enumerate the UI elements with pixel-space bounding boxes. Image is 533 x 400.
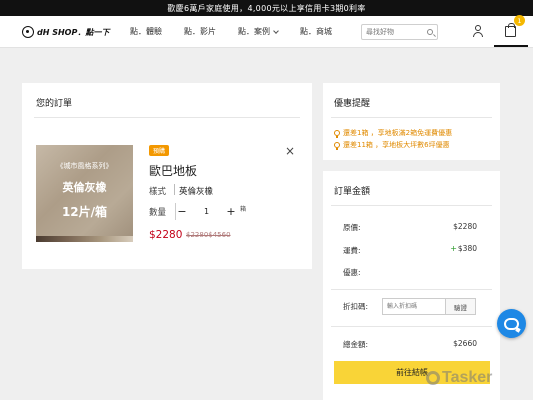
coupon-label: 折扣碼: — [343, 302, 369, 311]
logo[interactable]: dH SHOP．點一下 — [22, 25, 109, 39]
nav-item-experience[interactable]: 點．體驗 — [130, 26, 162, 37]
shipping-label: 運費: — [343, 246, 361, 255]
quantity-value[interactable]: 1 — [204, 207, 209, 216]
order-title: 您的訂單 — [36, 99, 73, 109]
main-nav: 點．體驗 點．影片 點．案例 點．商城 — [130, 26, 332, 37]
quantity-stepper: − 1 + — [175, 203, 238, 220]
promo-line: 還差11箱 ，享地板大坪數6坪優惠 — [334, 140, 450, 150]
watermark: Tasker — [426, 369, 492, 387]
chevron-down-icon — [273, 27, 279, 34]
gear-icon — [426, 371, 440, 385]
cart-count-badge: 1 — [514, 15, 525, 26]
divider — [331, 326, 492, 327]
cart-button[interactable]: 1 — [494, 15, 528, 47]
chat-icon — [504, 317, 519, 330]
product-color-strip — [36, 236, 133, 242]
product-image-pack: 12片/箱 — [61, 205, 108, 219]
summary-title: 訂單金額 — [334, 187, 371, 197]
total-label: 總金額: — [343, 340, 369, 349]
divider — [34, 117, 300, 118]
preorder-tag: 預購 — [149, 145, 170, 156]
coupon-input[interactable] — [382, 298, 446, 315]
product-image-series: 《城市風格系列》 — [56, 162, 113, 170]
promo-card: 優惠提醒 還差1箱 ，享地板滿2箱免運費優惠 還差11箱 ，享地板大坪數6坪優惠 — [323, 83, 500, 160]
original-price-value: $2280 — [453, 222, 477, 231]
decrease-button[interactable]: − — [175, 205, 189, 218]
original-price: $2280$4560 — [186, 231, 231, 239]
search-icon[interactable] — [427, 29, 433, 35]
close-icon[interactable]: × — [285, 144, 295, 158]
lightbulb-icon — [334, 130, 340, 138]
nav-item-shop[interactable]: 點．商城 — [300, 26, 332, 37]
shipping-value: +$380 — [450, 244, 477, 253]
shopping-bag-icon — [505, 23, 516, 37]
product-name[interactable]: 歐巴地板 — [149, 162, 197, 179]
nav-item-videos[interactable]: 點．影片 — [184, 26, 216, 37]
increase-button[interactable]: + — [224, 205, 238, 218]
product-image-title: 英倫灰橡 — [62, 181, 107, 194]
search-input[interactable] — [366, 28, 422, 36]
order-card: 您的訂單 《城市風格系列》 英倫灰橡 12片/箱 預購 歐巴地板 × 樣式 英倫… — [22, 83, 312, 269]
announcement-bar: 歡慶6萬戶家庭使用，4,000元以上享信用卡3期0利率 — [0, 0, 533, 16]
watermark-text: Tasker — [442, 369, 493, 386]
divider — [331, 205, 492, 206]
promo-line: 還差1箱 ，享地板滿2箱免運費優惠 — [334, 128, 452, 138]
nav-item-cases[interactable]: 點．案例 — [238, 26, 279, 37]
lightbulb-icon — [334, 142, 340, 150]
promo-text: 還差11箱 ，享地板大坪數6坪優惠 — [343, 141, 450, 149]
chat-button[interactable] — [497, 309, 526, 338]
quantity-label: 數量 — [149, 208, 167, 218]
logo-text: dH SHOP．點一下 — [37, 27, 110, 37]
total-value: $2660 — [453, 339, 477, 348]
divider — [331, 117, 492, 118]
price: $2280 — [149, 229, 183, 241]
promo-text: 還差1箱 ，享地板滿2箱免運費優惠 — [343, 129, 453, 137]
original-price-label: 原價: — [343, 223, 361, 232]
style-label: 樣式 — [149, 187, 167, 197]
user-icon[interactable] — [472, 25, 484, 38]
divider — [174, 184, 175, 195]
product-image[interactable]: 《城市風格系列》 英倫灰橡 12片/箱 — [36, 145, 133, 242]
shipping-amount: $380 — [457, 244, 477, 253]
nav-label: 點．影片 — [184, 27, 216, 36]
divider — [331, 289, 492, 290]
site-header: dH SHOP．點一下 點．體驗 點．影片 點．案例 點．商城 1 — [0, 15, 533, 48]
nav-label: 點．案例 — [238, 27, 270, 36]
discount-label: 優惠: — [343, 268, 361, 277]
verify-coupon-button[interactable]: 驗證 — [446, 298, 476, 315]
search-box — [361, 24, 438, 40]
logo-icon — [22, 26, 34, 38]
order-summary-card: 訂單金額 原價: $2280 運費: +$380 優惠: 折扣碼: 驗證 總金額… — [323, 171, 500, 400]
nav-label: 點．商城 — [300, 27, 332, 36]
nav-label: 點．體驗 — [130, 27, 162, 36]
quantity-unit: 箱 — [240, 206, 247, 213]
promo-title: 優惠提醒 — [334, 99, 371, 109]
plus-icon: + — [450, 244, 457, 253]
style-value: 英倫灰橡 — [179, 187, 214, 197]
